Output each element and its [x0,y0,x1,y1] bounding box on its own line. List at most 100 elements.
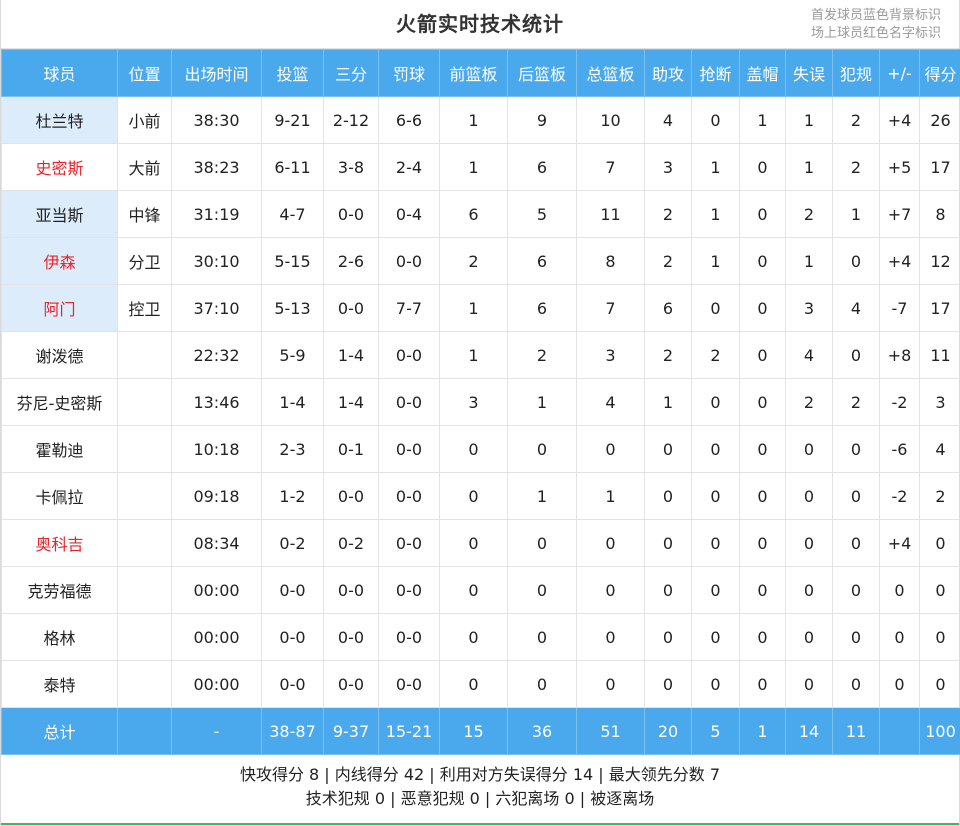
cell-defensive-rebounds: 2 [508,332,577,379]
cell-offensive-rebounds: 0 [440,567,508,614]
cell-assists: 0 [645,520,692,567]
player-name[interactable]: 奥科吉 [2,520,118,567]
cell-fouls: 1 [833,191,880,238]
cell-position [118,614,172,661]
cell-minutes: 38:30 [172,97,262,144]
cell-offensive-rebounds: 1 [440,97,508,144]
cell-steals: 0 [692,661,740,708]
cell-steals: 1 [692,238,740,285]
total-fouls: 11 [833,708,880,755]
summary-line-2: 技术犯规 0 | 恶意犯规 0 | 六犯离场 0 | 被逐离场 [1,787,959,811]
cell-free-throws: 0-0 [379,379,440,426]
cell-minutes: 13:46 [172,379,262,426]
cell-three-pointers: 0-1 [324,426,379,473]
cell-fouls: 0 [833,332,880,379]
cell-blocks: 0 [740,191,786,238]
player-name[interactable]: 泰特 [2,661,118,708]
cell-defensive-rebounds: 1 [508,379,577,426]
total-total-rebounds: 51 [577,708,645,755]
table-row: 伊森分卫30:105-152-60-026821010+412 [2,238,960,285]
cell-fouls: 4 [833,285,880,332]
cell-points: 17 [920,285,960,332]
total-free-throws: 15-21 [379,708,440,755]
cell-steals: 0 [692,285,740,332]
cell-fouls: 0 [833,473,880,520]
cell-three-pointers: 0-0 [324,661,379,708]
cell-plus-minus: 0 [880,661,920,708]
cell-field-goals: 1-2 [262,473,324,520]
column-header-blocks: 盖帽 [740,50,786,97]
column-header-turnovers: 失误 [786,50,833,97]
player-name[interactable]: 杜兰特 [2,97,118,144]
player-name[interactable]: 卡佩拉 [2,473,118,520]
cell-assists: 2 [645,238,692,285]
cell-points: 2 [920,473,960,520]
cell-plus-minus: +8 [880,332,920,379]
player-name[interactable]: 克劳福德 [2,567,118,614]
cell-fouls: 0 [833,661,880,708]
table-row: 史密斯大前38:236-113-82-416731012+517 [2,144,960,191]
cell-minutes: 38:23 [172,144,262,191]
cell-defensive-rebounds: 1 [508,473,577,520]
cell-total-rebounds: 0 [577,520,645,567]
cell-fouls: 2 [833,144,880,191]
total-position [118,708,172,755]
cell-points: 4 [920,426,960,473]
total-minutes: - [172,708,262,755]
cell-blocks: 0 [740,285,786,332]
cell-points: 11 [920,332,960,379]
column-header-free-throws: 罚球 [379,50,440,97]
cell-total-rebounds: 0 [577,426,645,473]
table-row: 泰特00:000-00-00-00000000000 [2,661,960,708]
cell-blocks: 0 [740,473,786,520]
player-name[interactable]: 谢泼德 [2,332,118,379]
player-name[interactable]: 格林 [2,614,118,661]
cell-steals: 2 [692,332,740,379]
player-name[interactable]: 芬尼-史密斯 [2,379,118,426]
cell-field-goals: 9-21 [262,97,324,144]
cell-free-throws: 6-6 [379,97,440,144]
table-row: 霍勒迪10:182-30-10-000000000-64 [2,426,960,473]
cell-steals: 1 [692,191,740,238]
cell-three-pointers: 1-4 [324,379,379,426]
cell-points: 17 [920,144,960,191]
cell-offensive-rebounds: 1 [440,285,508,332]
cell-minutes: 08:34 [172,520,262,567]
summary-line-1: 快攻得分 8 | 内线得分 42 | 利用对方失误得分 14 | 最大领先分数 … [1,763,959,787]
cell-assists: 0 [645,567,692,614]
cell-offensive-rebounds: 3 [440,379,508,426]
cell-steals: 0 [692,567,740,614]
cell-points: 0 [920,614,960,661]
column-header-points: 得分 [920,50,960,97]
cell-defensive-rebounds: 6 [508,238,577,285]
cell-total-rebounds: 4 [577,379,645,426]
player-name[interactable]: 史密斯 [2,144,118,191]
cell-offensive-rebounds: 0 [440,426,508,473]
cell-field-goals: 4-7 [262,191,324,238]
cell-steals: 0 [692,473,740,520]
cell-turnovers: 0 [786,426,833,473]
cell-field-goals: 1-4 [262,379,324,426]
cell-position [118,520,172,567]
cell-offensive-rebounds: 0 [440,473,508,520]
cell-plus-minus: +4 [880,520,920,567]
cell-defensive-rebounds: 6 [508,285,577,332]
player-name[interactable]: 霍勒迪 [2,426,118,473]
player-name[interactable]: 阿门 [2,285,118,332]
player-name[interactable]: 伊森 [2,238,118,285]
cell-points: 0 [920,567,960,614]
cell-plus-minus: +7 [880,191,920,238]
cell-fouls: 0 [833,567,880,614]
cell-assists: 4 [645,97,692,144]
cell-assists: 6 [645,285,692,332]
cell-steals: 1 [692,144,740,191]
legend-starter: 首发球员蓝色背景标识 [811,7,941,25]
cell-fouls: 0 [833,520,880,567]
player-name[interactable]: 亚当斯 [2,191,118,238]
table-row: 卡佩拉09:181-20-00-001100000-22 [2,473,960,520]
title-bar: 火箭实时技术统计 首发球员蓝色背景标识 场上球员红色名字标识 [1,0,959,49]
cell-position: 控卫 [118,285,172,332]
cell-free-throws: 0-0 [379,332,440,379]
cell-fouls: 2 [833,97,880,144]
cell-total-rebounds: 3 [577,332,645,379]
